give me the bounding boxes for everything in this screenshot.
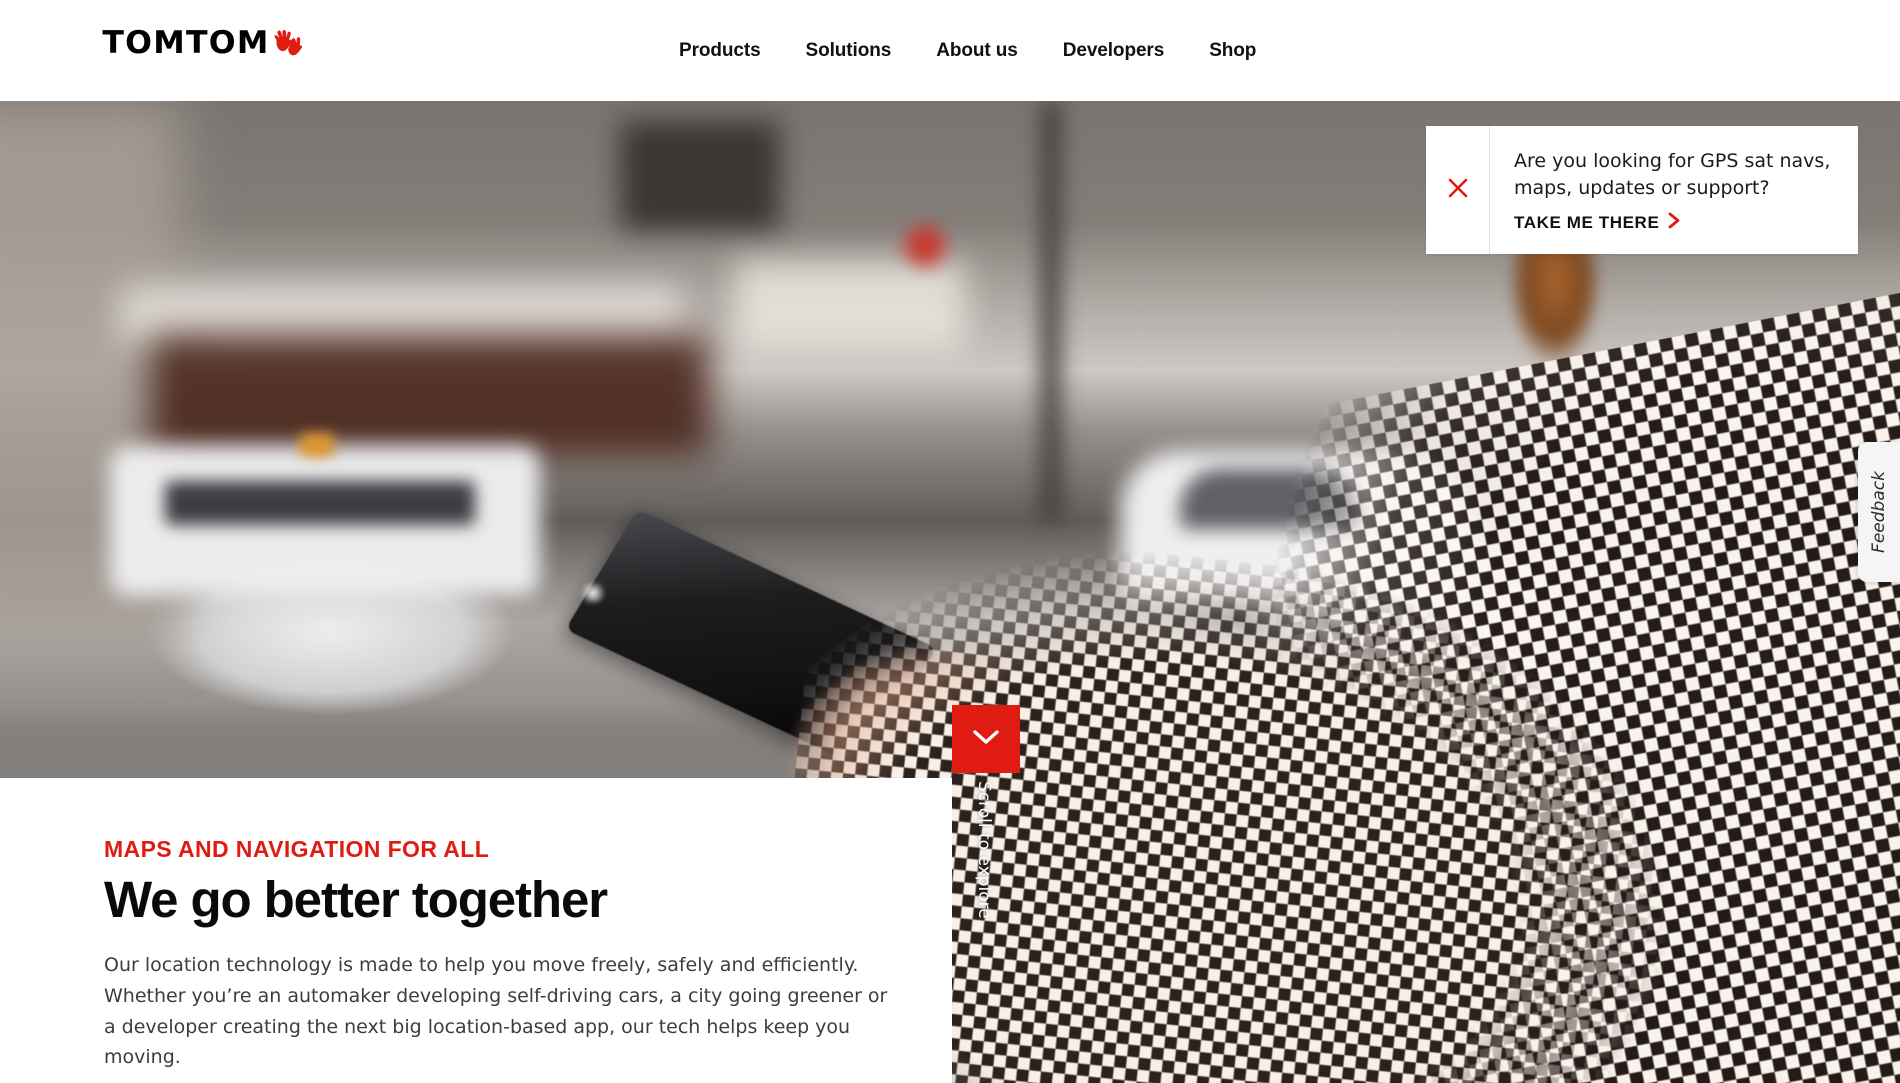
hero-headline: We go better together <box>104 871 608 928</box>
chevron-down-icon <box>972 728 1000 751</box>
logo-wordmark: TOMTOM <box>102 25 270 61</box>
feedback-tab[interactable]: Feedback <box>1858 442 1900 582</box>
take-me-there-label: TAKE ME THERE <box>1514 212 1660 232</box>
hero-content-panel: MAPS AND NAVIGATION FOR ALL We go better… <box>0 778 952 1083</box>
scroll-down-button[interactable] <box>952 705 1020 773</box>
promo-banner: Are you looking for GPS sat navs, maps, … <box>1426 126 1858 254</box>
chevron-right-icon <box>1668 212 1681 234</box>
promo-body: Are you looking for GPS sat navs, maps, … <box>1490 126 1858 254</box>
tomtom-logo[interactable]: TOMTOM <box>102 25 303 61</box>
feedback-label: Feedback <box>1869 471 1890 553</box>
promo-close-button[interactable] <box>1426 126 1490 254</box>
nav-item-about-us[interactable]: About us <box>936 40 1018 62</box>
main-navigation: Products Solutions About us Developers S… <box>679 0 1256 101</box>
promo-message: Are you looking for GPS sat navs, maps, … <box>1514 150 1831 199</box>
nav-item-shop[interactable]: Shop <box>1209 40 1256 62</box>
nav-item-products[interactable]: Products <box>679 40 761 62</box>
close-x-icon <box>1447 177 1469 204</box>
site-header: TOMTOM Products Solutions About us Devel… <box>0 0 1900 101</box>
hero-eyebrow: MAPS AND NAVIGATION FOR ALL <box>104 836 490 862</box>
hero-body-text: Our location technology is made to help … <box>104 954 888 1069</box>
nav-item-solutions[interactable]: Solutions <box>806 40 892 62</box>
tomtom-hands-logo <box>273 29 303 61</box>
take-me-there-link[interactable]: TAKE ME THERE <box>1514 212 1838 234</box>
nav-item-developers[interactable]: Developers <box>1063 40 1165 62</box>
phone-highlight <box>582 583 604 603</box>
